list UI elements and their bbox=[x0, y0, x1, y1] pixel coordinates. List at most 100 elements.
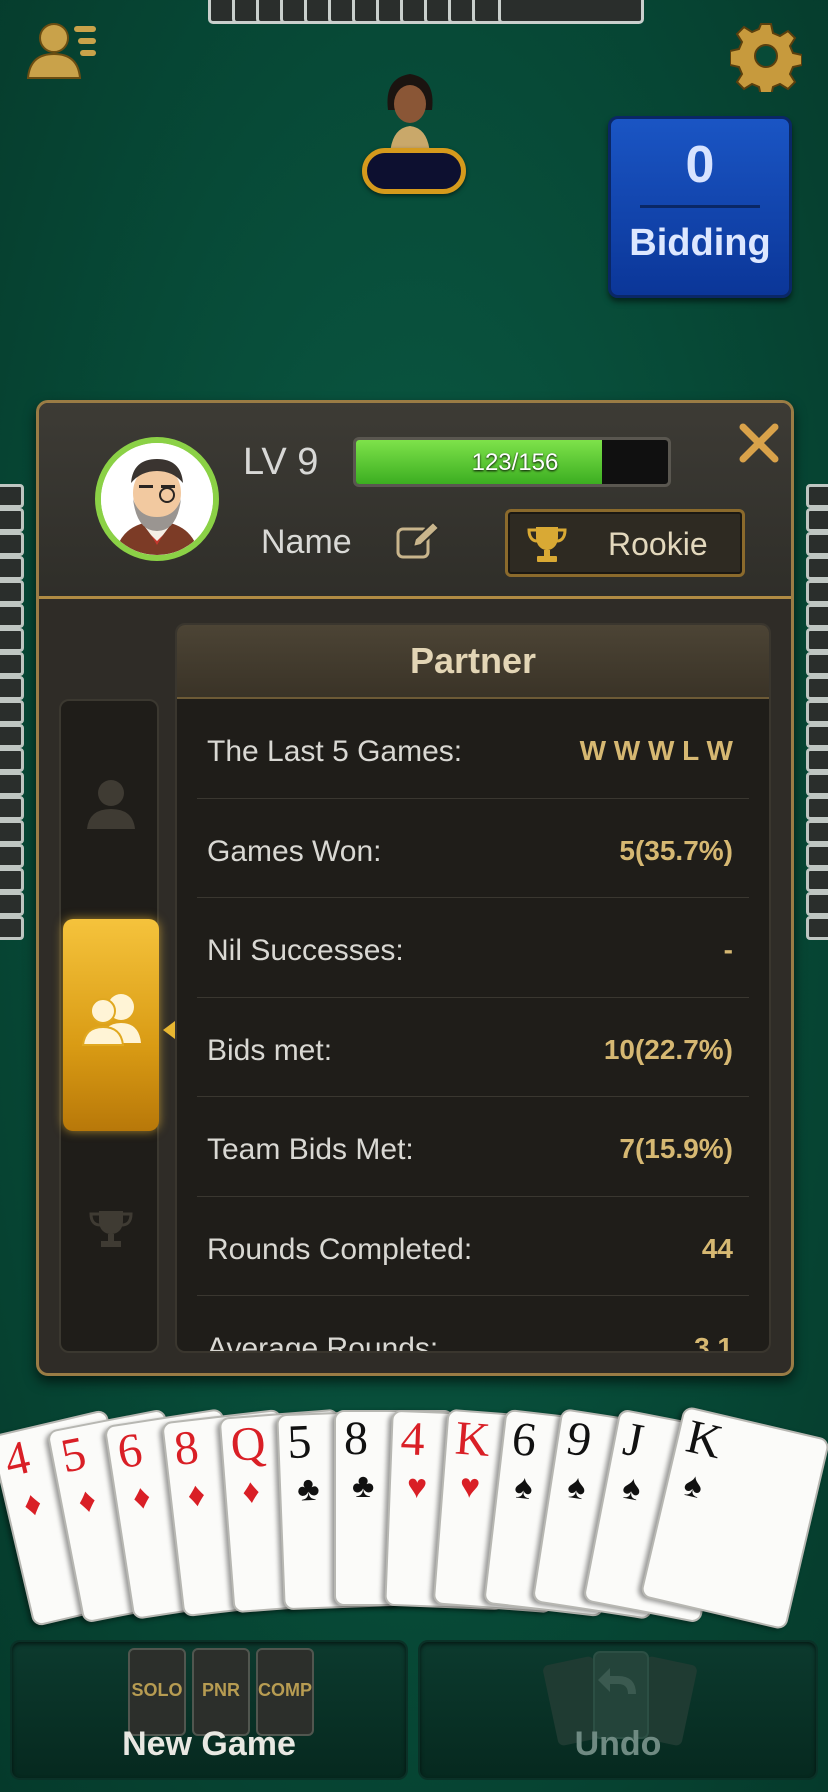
top-opponent-cards bbox=[208, 0, 644, 26]
stat-label: Average Rounds: bbox=[207, 1332, 439, 1353]
card-rank: 4 bbox=[0, 1430, 35, 1488]
stat-value: W W W L W bbox=[579, 735, 733, 766]
stat-value: 3.1 bbox=[694, 1332, 733, 1353]
stats-category-tabs bbox=[59, 699, 159, 1353]
card-suit-icon: ♥ bbox=[458, 1467, 482, 1507]
card-back bbox=[0, 868, 24, 892]
card-back bbox=[806, 532, 828, 556]
rank-label: Rookie bbox=[608, 526, 708, 562]
team-users-icon bbox=[81, 994, 141, 1046]
profile-stats-dialog: LV 9 123/156 Name Rookie Partner The Las… bbox=[36, 400, 794, 1376]
stat-row: The Last 5 Games: W W W L W bbox=[197, 699, 749, 799]
card-back bbox=[0, 556, 24, 580]
xp-progress-text: 123/156 bbox=[471, 449, 559, 476]
right-opponent-cards bbox=[806, 484, 828, 964]
card-back bbox=[0, 628, 24, 652]
card-back bbox=[806, 484, 828, 508]
card-suit-icon: ♣ bbox=[296, 1469, 321, 1509]
mode-card: COMP bbox=[256, 1648, 314, 1736]
player-level: LV 9 bbox=[243, 441, 319, 483]
undo-button[interactable]: Undo bbox=[418, 1640, 818, 1780]
stat-row: Bids met: 10(22.7%) bbox=[197, 998, 749, 1097]
card-back bbox=[806, 508, 828, 532]
bid-label: Bidding bbox=[629, 222, 771, 264]
opponent-nameplate bbox=[362, 148, 466, 194]
close-dialog-button[interactable] bbox=[737, 421, 781, 465]
card-back bbox=[0, 892, 24, 916]
card-back bbox=[498, 0, 644, 24]
card-back bbox=[806, 700, 828, 724]
card-suit-icon: ♥ bbox=[406, 1467, 428, 1506]
card-back bbox=[806, 772, 828, 796]
card-rank: K bbox=[681, 1409, 728, 1469]
card-back bbox=[0, 580, 24, 604]
card-back bbox=[806, 748, 828, 772]
close-icon bbox=[739, 423, 779, 463]
card-suit-icon: ♦ bbox=[130, 1477, 154, 1518]
stat-row: Team Bids Met: 7(15.9%) bbox=[197, 1097, 749, 1197]
card-back bbox=[0, 532, 24, 556]
rank-button[interactable]: Rookie bbox=[505, 509, 745, 577]
card-back bbox=[806, 892, 828, 916]
settings-button[interactable] bbox=[729, 20, 803, 97]
card-back bbox=[0, 652, 24, 676]
stat-value: 5(35.7%) bbox=[619, 834, 733, 866]
card-back bbox=[0, 508, 24, 532]
opponent-avatar[interactable] bbox=[380, 70, 440, 154]
card-back bbox=[806, 652, 828, 676]
stat-label: Bids met: bbox=[207, 1033, 333, 1067]
stat-value: 44 bbox=[701, 1232, 733, 1264]
card-suit-icon: ♠ bbox=[564, 1467, 589, 1508]
card-suit-icon: ♦ bbox=[240, 1472, 262, 1512]
card-back bbox=[0, 484, 24, 508]
undo-label: Undo bbox=[574, 1725, 662, 1763]
card-suit-icon: ♦ bbox=[19, 1483, 46, 1525]
card-rank: 6 bbox=[113, 1423, 146, 1480]
bid-divider bbox=[640, 205, 760, 208]
card-suit-icon: ♠ bbox=[619, 1467, 645, 1509]
stat-label: Team Bids Met: bbox=[207, 1133, 414, 1166]
card-rank: K bbox=[453, 1411, 493, 1468]
stats-panel[interactable]: Partner The Last 5 Games: W W W L W Games … bbox=[175, 623, 771, 1353]
stats-panel-title: Partner bbox=[177, 625, 769, 699]
stat-row: Games Won: 5(35.7%) bbox=[197, 799, 749, 898]
card-suit-icon: ♣ bbox=[352, 1467, 375, 1505]
card-back bbox=[0, 604, 24, 628]
card-rank: 6 bbox=[509, 1411, 540, 1468]
card-suit-icon: ♠ bbox=[512, 1467, 535, 1508]
card-back bbox=[0, 676, 24, 700]
avatar-portrait bbox=[101, 443, 213, 555]
card-back bbox=[806, 820, 828, 844]
single-user-icon bbox=[87, 780, 135, 829]
stat-label: Nil Successes: bbox=[207, 934, 404, 967]
card-back bbox=[806, 844, 828, 868]
player-avatar[interactable] bbox=[95, 437, 219, 561]
card-back bbox=[0, 844, 24, 868]
card-back bbox=[0, 796, 24, 820]
stat-row: Rounds Completed: 44 bbox=[197, 1197, 749, 1296]
card-back bbox=[806, 916, 828, 940]
bidding-indicator: 0 Bidding bbox=[608, 116, 792, 298]
card-back bbox=[806, 628, 828, 652]
card-rank: 9 bbox=[563, 1411, 595, 1468]
pencil-edit-icon bbox=[396, 520, 441, 559]
stat-value: 7(15.9%) bbox=[619, 1133, 733, 1164]
friends-list-icon bbox=[26, 23, 96, 79]
card-rank: 8 bbox=[344, 1412, 368, 1465]
card-back bbox=[806, 604, 828, 628]
stats-list: The Last 5 Games: W W W L W Games Won: 5(35… bbox=[177, 699, 769, 1353]
friends-button[interactable] bbox=[24, 20, 100, 84]
card-back bbox=[806, 676, 828, 700]
card-back bbox=[806, 556, 828, 580]
card-rank: 8 bbox=[171, 1420, 202, 1476]
tab-trophies[interactable] bbox=[61, 1131, 161, 1331]
stat-row: Nil Successes: - bbox=[197, 898, 749, 998]
card-rank: 4 bbox=[399, 1411, 426, 1466]
tab-personal[interactable] bbox=[61, 741, 161, 941]
card-rank: 5 bbox=[286, 1414, 313, 1469]
edit-name-button[interactable] bbox=[395, 519, 441, 561]
card-back bbox=[0, 700, 24, 724]
new-game-label: New Game bbox=[122, 1725, 296, 1763]
tab-partner[interactable] bbox=[63, 919, 159, 1131]
new-game-button[interactable]: SOLO PNR COMP New Game bbox=[10, 1640, 408, 1780]
